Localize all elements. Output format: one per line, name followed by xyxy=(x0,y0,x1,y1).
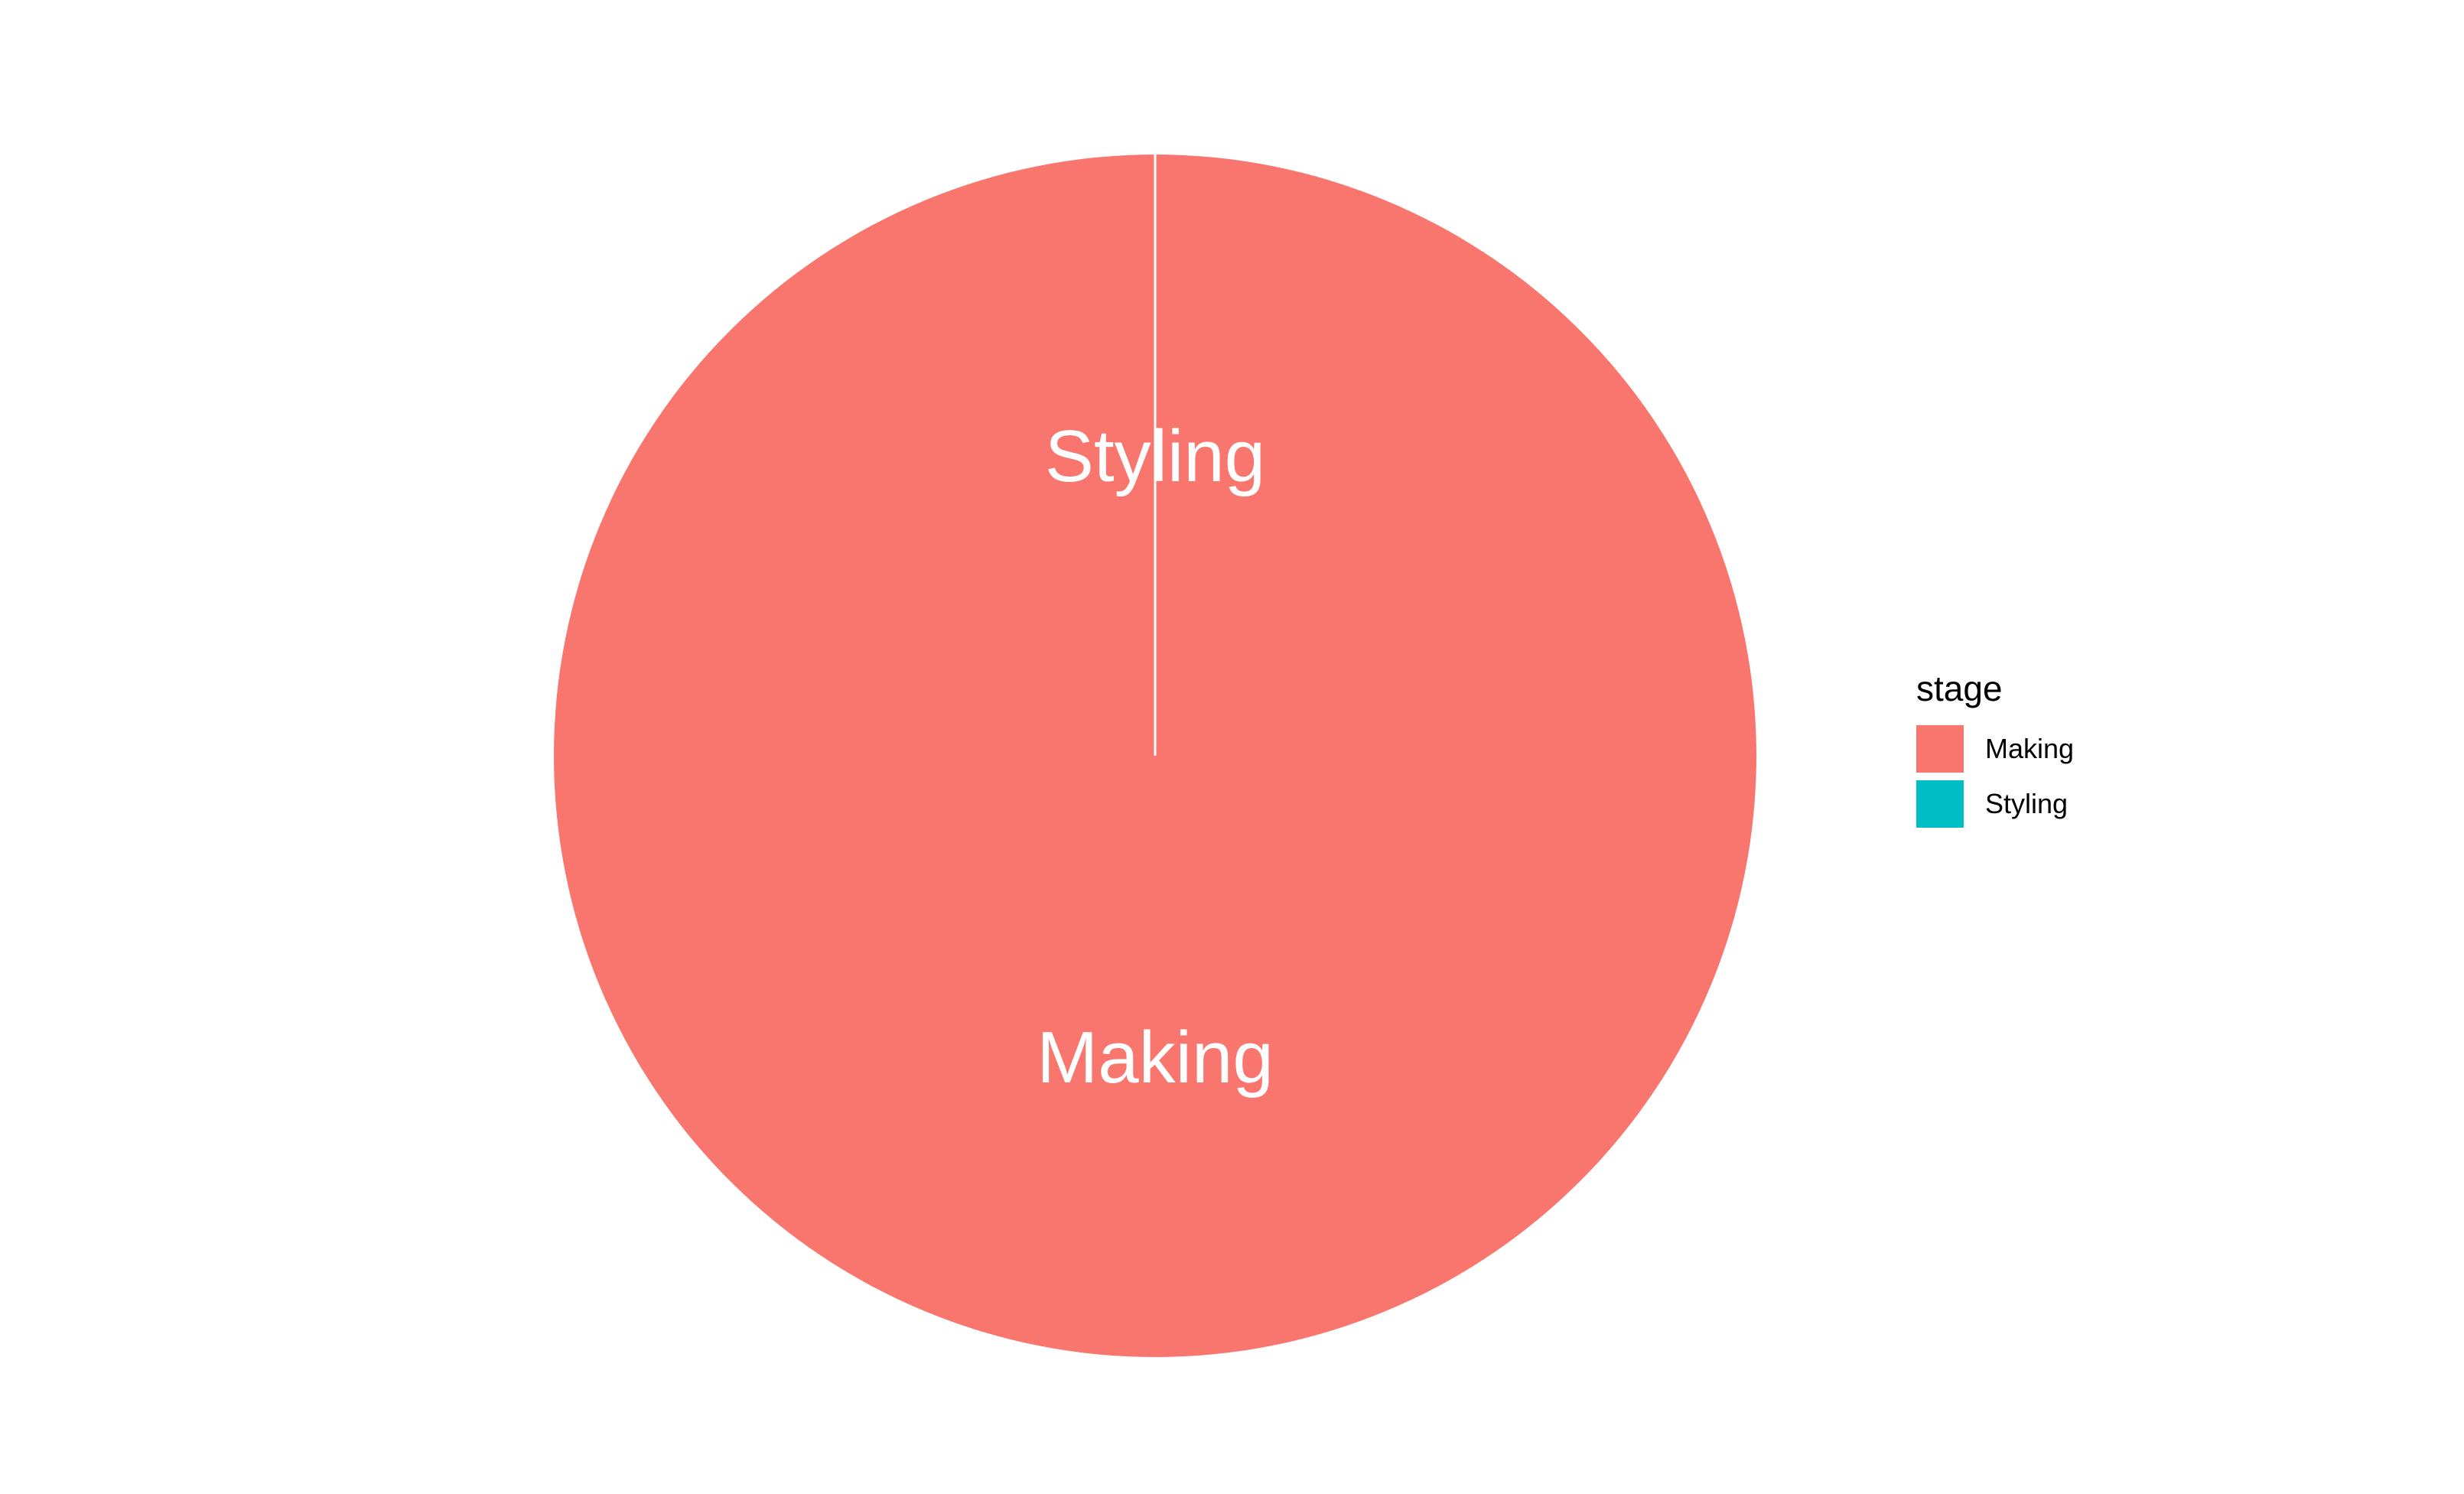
legend-item-styling: Styling xyxy=(1916,777,2238,831)
pie-label-making: Making xyxy=(1037,1017,1273,1099)
chart-container: Styling Making stage Making Styling xyxy=(0,0,2464,1494)
pie-slices xyxy=(554,155,1756,1357)
pie-label-styling: Styling xyxy=(1045,415,1265,497)
legend-item-making: Making xyxy=(1916,722,2238,776)
legend-key-making xyxy=(1916,725,1964,773)
legend-key-styling xyxy=(1916,780,1964,828)
legend-label-making: Making xyxy=(1985,733,2075,764)
legend-label-styling: Styling xyxy=(1985,788,2069,819)
legend-title: stage xyxy=(1916,669,2003,708)
legend: stage Making Styling xyxy=(1916,669,2238,832)
